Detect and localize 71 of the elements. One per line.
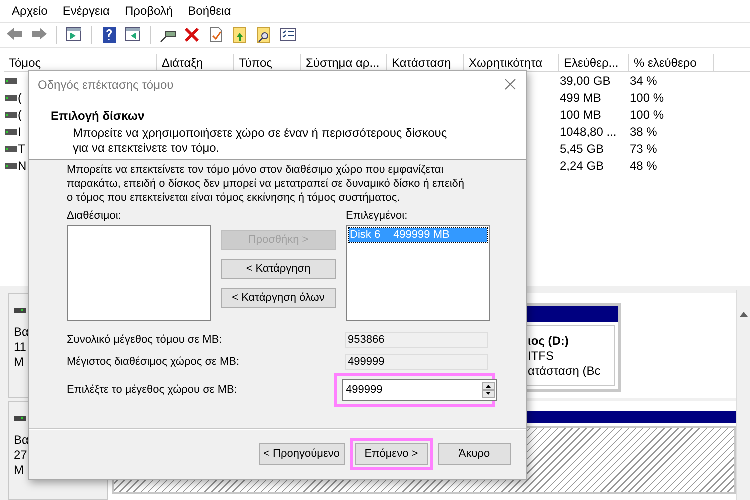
disk-info-text: 11: [14, 340, 26, 355]
menu-item[interactable]: Ενέργεια: [56, 3, 118, 19]
panel-icon[interactable]: [124, 26, 142, 44]
readonly-field: 953866: [345, 332, 488, 348]
drive-icon[interactable]: [5, 94, 17, 100]
section-description: Μπορείτε να χρησιμοποιήσετε χώρο σε έναν ή περισσότερους δίσκους για να επεκτείνετε τον τόμο.: [72, 126, 448, 156]
drive-icon[interactable]: [5, 128, 17, 134]
table-cell: 1048,80 ...: [560, 124, 617, 138]
move-button[interactable]: < Κατάργηση όλων: [221, 288, 336, 308]
folder-up-icon[interactable]: [231, 26, 249, 44]
table-cell: 100 %: [630, 90, 664, 104]
disk-info-text: Βα: [14, 433, 29, 448]
info-paragraph: Μπορείτε να επεκτείνετε τον τόμο μόνο στον διαθέσιμο χώρο που εμφανίζεται παρακάτω, επειδή ο δίσκος δεν μπορεί να μετατραπεί σε δυναμικό δίσκο ή επειδή ο τόμος που επεκτείνεται είναι τόμος εκκίνησης ή τόμος συστήματος.: [67, 163, 466, 205]
disk-size: 499999 MB: [394, 228, 450, 242]
folder-search-icon[interactable]: [255, 26, 273, 44]
volume-info: ατάσταση (Bc: [528, 364, 602, 379]
drive-icon[interactable]: [5, 112, 17, 118]
drive-icon[interactable]: [5, 162, 17, 168]
disk-name: Disk 6: [350, 228, 381, 242]
column-header[interactable]: % ελεύθερο: [629, 54, 714, 72]
volume-info: ITFS: [528, 349, 555, 364]
wizard-button[interactable]: Επόμενο >: [355, 443, 428, 465]
scrollbar[interactable]: [736, 290, 750, 500]
help-icon[interactable]: [100, 26, 118, 44]
drive-icon[interactable]: [5, 146, 17, 152]
spin-up-icon[interactable]: [482, 382, 495, 390]
field-label: Συνολικό μέγεθος τόμου σε MB:: [67, 334, 224, 346]
dialog-title: Οδηγός επέκτασης τόμου: [38, 78, 174, 92]
drive-icon[interactable]: [5, 78, 17, 84]
table-cell: 100 MB: [560, 108, 602, 122]
list-label: Επιλεγμένοι:: [346, 209, 409, 223]
table-cell: 34 %: [630, 74, 658, 88]
table-cell: T: [18, 142, 26, 156]
table-cell: 48 %: [630, 158, 658, 172]
field-label: Μέγιστος διαθέσιμος χώρος σε MB:: [67, 356, 241, 368]
disk-info-text: Μ: [14, 463, 24, 478]
list-label: Διαθέσιμοι:: [67, 209, 122, 223]
readonly-field: 499999: [345, 354, 488, 370]
column-header[interactable]: Τόμος: [4, 54, 157, 72]
table-cell: (: [18, 90, 22, 104]
field-label: Επιλέξτε το μέγεθος χώρου σε MB:: [67, 384, 238, 396]
menu-item[interactable]: Προβολή: [118, 3, 182, 19]
table-cell: 73 %: [630, 142, 658, 156]
menu-item[interactable]: Βοήθεια: [181, 3, 240, 19]
column-header[interactable]: Ελεύθερ...: [559, 54, 629, 72]
size-spinbox[interactable]: 499999: [342, 379, 497, 401]
wizard-button[interactable]: < Προηγούμενο: [258, 443, 345, 465]
table-cell: 100 %: [630, 108, 664, 122]
checklist-icon[interactable]: [279, 26, 297, 44]
scroll-up-icon[interactable]: [740, 312, 748, 317]
section-heading: Επιλογή δίσκων: [51, 109, 146, 124]
menu-item[interactable]: Αρχείο: [5, 3, 56, 19]
close-icon[interactable]: [505, 79, 516, 90]
panel-icon[interactable]: [65, 26, 83, 44]
table-cell: 39,00 GB: [560, 74, 611, 88]
available-list[interactable]: [67, 225, 211, 321]
table-cell: 2,24 GB: [560, 158, 604, 172]
table-cell: N: [18, 158, 27, 172]
table-cell: (: [18, 108, 22, 122]
disk-info-text: 27: [14, 448, 28, 463]
spin-down-icon[interactable]: [482, 390, 495, 398]
volume-name: ιος (D:): [528, 334, 570, 349]
table-cell: 38 %: [630, 124, 658, 138]
wizard-button[interactable]: Άκυρο: [438, 443, 511, 465]
disk-info-text: Βα: [14, 325, 29, 340]
table-cell: I: [18, 124, 22, 138]
table-cell: 499 MB: [560, 90, 602, 104]
table-cell: 5,45 GB: [560, 142, 604, 156]
disk-info-text: Μ: [14, 355, 24, 370]
delete-icon[interactable]: [183, 26, 201, 44]
move-button[interactable]: < Κατάργηση: [221, 259, 336, 279]
